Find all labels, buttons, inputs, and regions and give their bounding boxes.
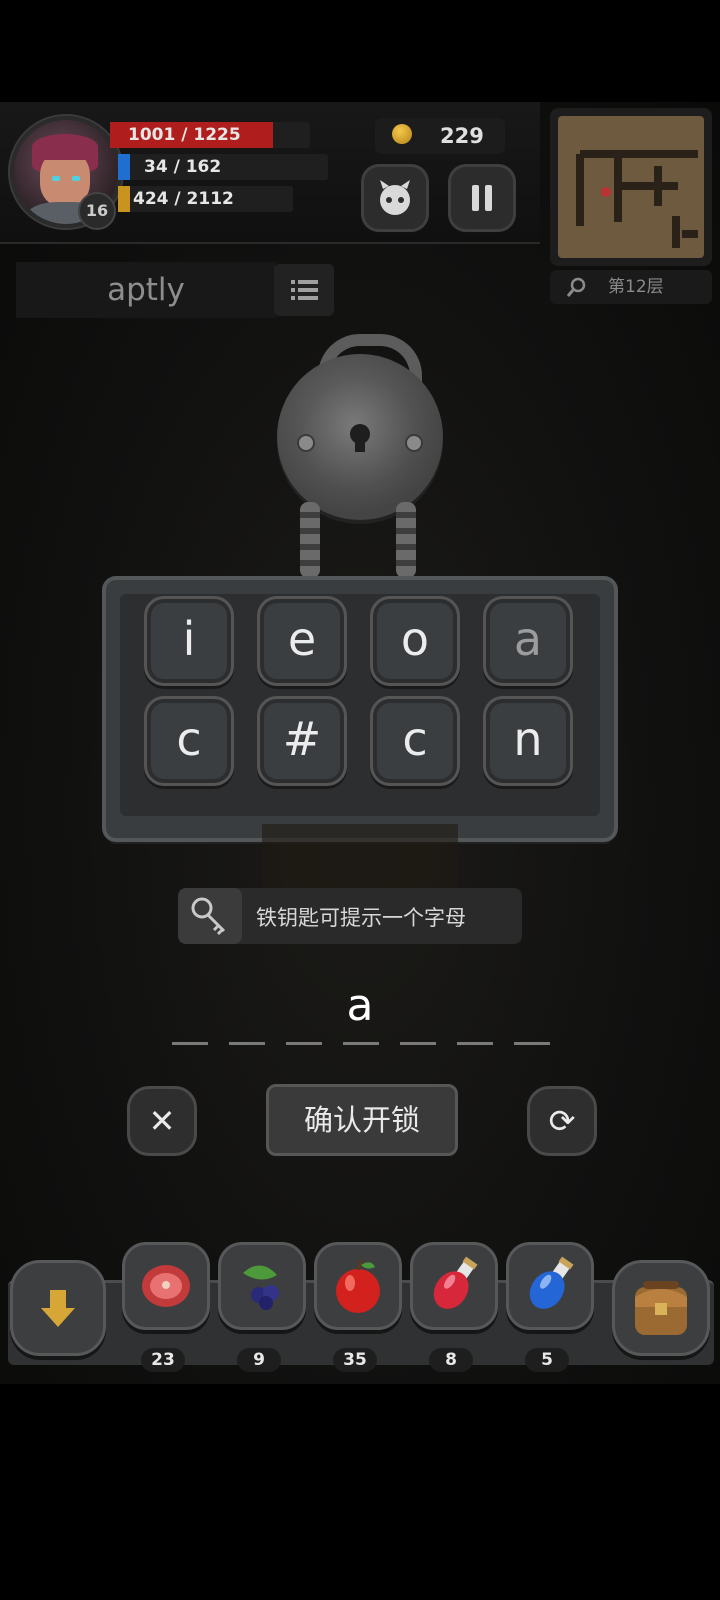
blue-potion-icon — [529, 1256, 574, 1309]
blue-potion-count: 5 — [525, 1348, 569, 1372]
meat-icon — [142, 1265, 190, 1307]
meat-count: 23 — [141, 1348, 185, 1372]
minimap[interactable] — [550, 108, 712, 266]
red-potion-count: 8 — [429, 1348, 473, 1372]
word-list-button[interactable] — [274, 264, 334, 316]
pet-button[interactable] — [361, 164, 429, 232]
apple-icon — [336, 1259, 380, 1313]
letter-key[interactable]: e — [257, 596, 347, 686]
hint-text: 铁钥匙可提示一个字母 — [256, 906, 466, 930]
xp-text: 424 / 2112 — [133, 189, 234, 209]
arrow-down-icon — [41, 1290, 75, 1327]
list-icon — [291, 280, 318, 300]
backpack-icon — [635, 1281, 687, 1335]
letter-key[interactable]: o — [370, 596, 460, 686]
confirm-unlock-button[interactable]: 确认开锁 — [266, 1084, 458, 1156]
hp-text: 1001 / 1225 — [128, 125, 241, 145]
letter-key[interactable]: n — [483, 696, 573, 786]
drop-button[interactable] — [10, 1260, 106, 1356]
maze-map — [576, 150, 698, 248]
search-icon — [566, 277, 586, 297]
answer-slot — [286, 1042, 322, 1045]
letter-key[interactable]: i — [144, 596, 234, 686]
meat-item[interactable] — [122, 1242, 210, 1330]
chain-right — [396, 502, 416, 578]
hp-bar: 1001 / 1225 — [110, 122, 310, 148]
backpack-button[interactable] — [612, 1260, 710, 1356]
apple-item[interactable] — [314, 1242, 402, 1330]
answer-slot — [172, 1042, 208, 1045]
xp-bar: 424 / 2112 — [118, 186, 293, 212]
mp-text: 34 / 162 — [144, 157, 222, 177]
red-potion-icon — [433, 1256, 478, 1309]
letter-key[interactable]: # — [257, 696, 347, 786]
reset-button[interactable]: ⟳ — [527, 1086, 597, 1156]
floor-label: 第12层 — [608, 277, 664, 297]
letter-key[interactable]: a — [483, 596, 573, 686]
floor-indicator[interactable]: 第12层 — [550, 270, 712, 304]
answer-letter: a — [346, 980, 374, 1031]
berry-icon — [243, 1265, 279, 1310]
letter-key[interactable]: c — [144, 696, 234, 786]
mp-bar-fill — [118, 154, 130, 180]
apple-count: 35 — [333, 1348, 377, 1372]
answer-slot — [343, 1042, 379, 1045]
target-word: aptly — [16, 262, 276, 318]
xp-bar-fill — [118, 186, 130, 212]
coin-count: 229 — [440, 124, 484, 148]
letter-key[interactable]: c — [370, 696, 460, 786]
pause-icon — [472, 185, 492, 211]
pause-button[interactable] — [448, 164, 516, 232]
red-potion-item[interactable] — [410, 1242, 498, 1330]
berry-count: 9 — [237, 1348, 281, 1372]
answer-slot — [400, 1042, 436, 1045]
refresh-icon: ⟳ — [548, 1102, 576, 1140]
mp-bar: 34 / 162 — [118, 154, 328, 180]
answer-slot — [514, 1042, 550, 1045]
berry-item[interactable] — [218, 1242, 306, 1330]
answer-slot — [457, 1042, 493, 1045]
key-icon — [191, 897, 226, 936]
chain-left — [300, 502, 320, 578]
iron-key-button[interactable] — [178, 888, 242, 944]
answer-slot — [229, 1042, 265, 1045]
gold-coin-icon — [392, 124, 412, 144]
close-icon: ✕ — [148, 1102, 176, 1140]
blue-potion-item[interactable] — [506, 1242, 594, 1330]
level-badge: 16 — [78, 192, 116, 230]
game-screen: 16 1001 / 1225 34 / 162 424 / 2112 229 第… — [0, 102, 720, 1384]
clear-button[interactable]: ✕ — [127, 1086, 197, 1156]
demon-face-icon — [380, 180, 410, 215]
